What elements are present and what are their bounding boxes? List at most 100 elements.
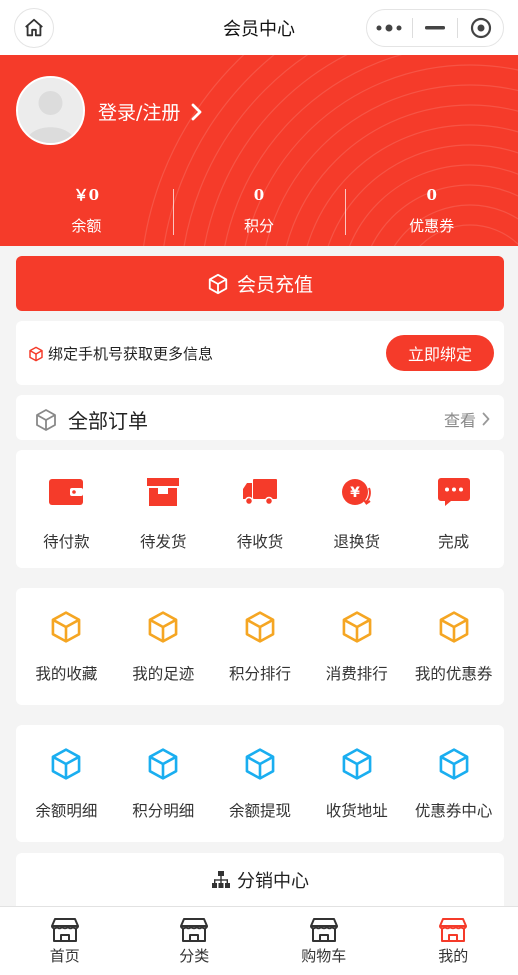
order-status-label: 待收货 [236,533,284,551]
shop-icon [309,918,338,942]
menu-item-footprints[interactable]: 我的足迹 [115,588,212,705]
distribution-label: 分销中心 [237,870,309,892]
cube-icon [148,748,178,780]
default-avatar-icon [18,78,83,143]
order-status-card: 待付款 待发货 待收货 ¥ 退换货 完成 [16,450,504,568]
avatar[interactable] [16,76,85,145]
cube-icon [29,346,43,361]
minimize-button[interactable] [413,10,458,46]
stat-value: ￥0 [73,186,100,204]
shop-icon [50,918,79,942]
menu-item-label: 我的足迹 [132,665,195,683]
menu-item-label: 优惠券中心 [414,802,493,820]
stat-points[interactable]: 0 积分 [172,183,346,239]
wallet-icon [49,479,84,505]
menu-item-points-ranking[interactable]: 积分排行 [212,588,309,705]
login-register-link[interactable]: 登录/注册 [98,98,202,125]
stat-value: 0 [426,186,437,204]
cube-icon [245,748,275,780]
close-button[interactable] [458,10,503,46]
bottom-tab-bar: 首页 分类 购物车 我的 [0,906,518,975]
shop-icon [180,918,209,942]
bind-now-button[interactable]: 立即绑定 [386,335,494,371]
truck-icon [242,479,277,506]
order-status-label: 退换货 [333,533,381,551]
member-header: 登录/注册 ￥0 余额 0 积分 0 优惠券 [0,55,518,246]
menu-item-label: 收货地址 [325,802,388,820]
order-completed[interactable]: 完成 [405,450,502,568]
chevron-right-icon [192,103,202,120]
cube-icon [439,748,468,780]
menu-item-label: 消费排行 [325,665,388,683]
menu-item-label: 积分明细 [132,802,195,820]
menu-item-coupon-center[interactable]: 优惠券中心 [405,725,502,842]
order-status-label: 完成 [438,533,470,551]
menu-card-account: 余额明细 积分明细 余额提现 收货地址 优惠券中心 [16,725,504,842]
stat-value: 0 [253,186,265,204]
order-status-label: 待付款 [43,533,90,551]
menu-item-label: 积分排行 [228,665,291,683]
chevron-right-icon [482,412,490,426]
more-button[interactable] [367,10,412,46]
menu-item-balance-details[interactable]: 余额明细 [18,725,115,842]
menu-item-label: 余额提现 [228,802,291,820]
title-bar: 会员中心 [0,0,518,55]
refund-icon: ¥ [341,479,371,505]
view-all-orders-link[interactable]: 查看 [444,407,490,431]
distribution-center-button[interactable]: 分销中心 [16,853,504,906]
bind-phone-bar: 绑定手机号获取更多信息 立即绑定 [16,321,504,385]
all-orders-header[interactable]: 全部订单 查看 [16,395,504,440]
cube-icon [342,611,372,643]
menu-item-addresses[interactable]: 收货地址 [308,725,405,842]
orders-title-group: 全部订单 [34,405,148,434]
target-icon [470,17,491,39]
minimize-icon [425,26,445,30]
recharge-label: 会员充值 [236,274,313,296]
bind-phone-label: 绑定手机号获取更多信息 [48,345,214,363]
menu-item-label: 我的收藏 [35,665,98,683]
menu-item-withdraw[interactable]: 余额提现 [212,725,309,842]
box-icon [147,478,180,506]
stat-label: 优惠券 [409,217,455,235]
bind-phone-text: 绑定手机号获取更多信息 [28,343,213,364]
cube-icon [52,611,81,643]
more-dots-icon [376,24,402,32]
shop-icon [439,918,468,942]
cube-icon [208,273,228,294]
order-returns[interactable]: ¥ 退换货 [308,450,405,568]
svg-text:¥: ¥ [350,485,360,501]
stat-label: 余额 [71,217,102,235]
tab-category[interactable]: 分类 [130,907,260,975]
chat-icon [437,478,470,506]
order-pending-payment[interactable]: 待付款 [18,450,115,568]
tab-home[interactable]: 首页 [0,907,130,975]
member-recharge-button[interactable]: 会员充值 [16,256,504,311]
view-all-label: 查看 [443,411,476,430]
menu-item-label: 余额明细 [35,802,98,820]
cube-icon [245,611,275,643]
tab-label: 首页 [49,947,80,965]
tab-label: 我的 [438,947,469,965]
order-pending-receipt[interactable]: 待收货 [212,450,309,568]
menu-item-points-details[interactable]: 积分明细 [115,725,212,842]
stat-coupons[interactable]: 0 优惠券 [345,183,518,239]
stat-balance[interactable]: ￥0 余额 [0,183,173,239]
tab-mine[interactable]: 我的 [389,907,518,975]
cube-icon [342,748,372,780]
mini-program-capsule [366,9,504,47]
tab-label: 分类 [179,947,210,965]
cube-icon [36,408,56,431]
orders-title: 全部订单 [68,409,148,433]
stat-label: 积分 [244,217,275,235]
account-stats: ￥0 余额 0 积分 0 优惠券 [0,183,518,239]
order-status-label: 待发货 [139,533,187,551]
menu-item-spending-ranking[interactable]: 消费排行 [308,588,405,705]
menu-item-label: 我的优惠券 [414,665,493,683]
menu-item-favorites[interactable]: 我的收藏 [18,588,115,705]
cube-icon [148,611,178,643]
tab-cart[interactable]: 购物车 [259,907,389,975]
order-pending-shipment[interactable]: 待发货 [115,450,212,568]
tab-label: 购物车 [301,947,347,965]
menu-item-my-coupons[interactable]: 我的优惠券 [405,588,502,705]
cube-icon [52,748,81,780]
